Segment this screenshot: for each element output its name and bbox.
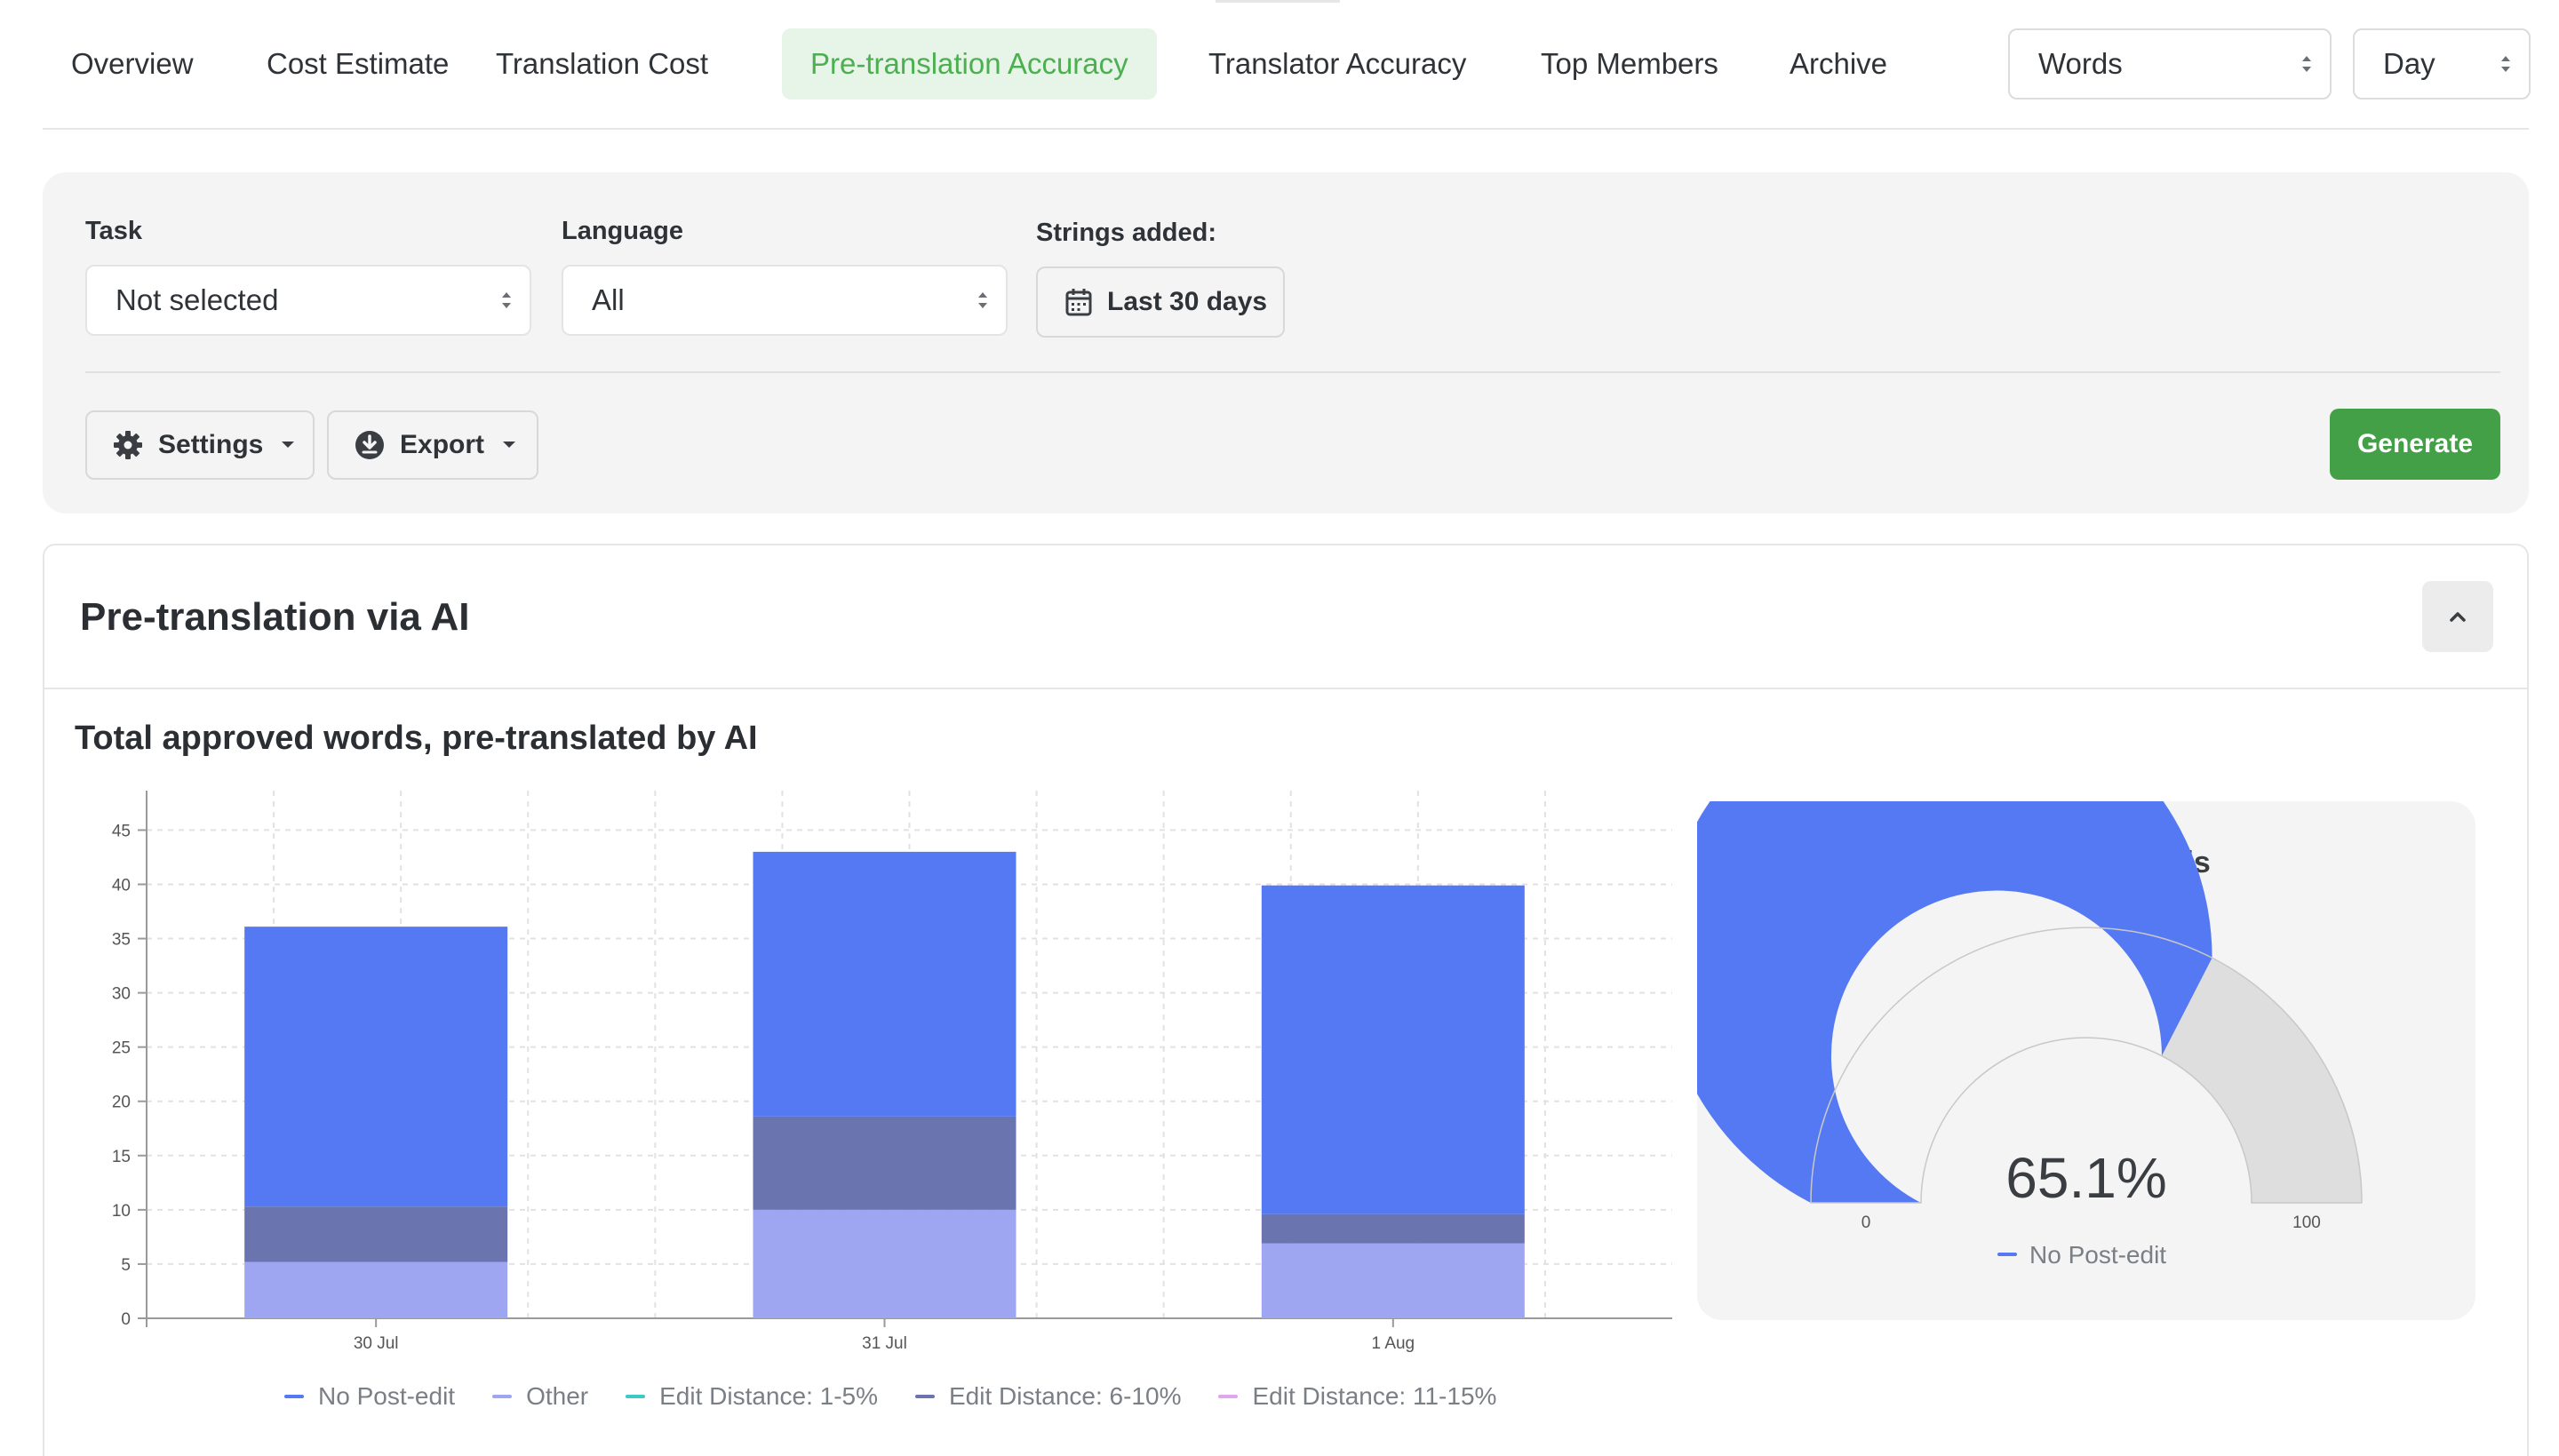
- tab-archive[interactable]: Archive: [1761, 28, 1916, 99]
- bar-segment: [244, 1206, 508, 1262]
- bar-segment: [1261, 885, 1525, 1214]
- generate-button[interactable]: Generate: [2330, 409, 2500, 480]
- settings-button[interactable]: Settings: [85, 410, 315, 480]
- x-tick-label: 1 Aug: [1372, 1334, 1415, 1353]
- filters-divider: [85, 371, 2500, 373]
- card-title: Pre-translation via AI: [80, 595, 470, 639]
- gauge-value: 65.1%: [2005, 1146, 2166, 1210]
- legend-label: No Post-edit: [318, 1382, 456, 1410]
- y-tick-label: 10: [112, 1202, 131, 1221]
- task-label: Task: [85, 217, 142, 245]
- legend-swatch: [626, 1395, 646, 1398]
- bar-segment: [244, 1261, 508, 1318]
- y-tick-label: 35: [112, 931, 131, 950]
- legend-label: Other: [526, 1382, 589, 1410]
- sort-arrows-icon: [2302, 56, 2311, 72]
- legend-swatch: [284, 1395, 304, 1398]
- language-select-value: All: [592, 283, 625, 316]
- y-tick-label: 30: [112, 985, 131, 1004]
- bar-segment: [753, 1116, 1016, 1210]
- x-tick-label: 31 Jul: [862, 1334, 907, 1353]
- chevron-up-icon: [2450, 612, 2466, 622]
- y-tick-label: 45: [112, 822, 131, 840]
- period-select-value: Day: [2383, 47, 2435, 80]
- sort-arrows-icon: [978, 292, 987, 308]
- task-select[interactable]: Not selected: [85, 265, 531, 336]
- y-tick-label: 40: [112, 876, 131, 895]
- legend-swatch: [492, 1395, 513, 1398]
- language-select[interactable]: All: [562, 265, 1008, 336]
- legend-item[interactable]: Other: [492, 1382, 588, 1411]
- bar-segment: [1261, 1213, 1525, 1244]
- card-header: Pre-translation via AI: [44, 545, 2527, 689]
- legend-label: Edit Distance: 1-5%: [659, 1382, 878, 1410]
- y-tick-label: 25: [112, 1039, 131, 1058]
- strings-added-label: Strings added:: [1036, 219, 1217, 247]
- tab-scroll-indicator: [1216, 0, 1340, 3]
- sort-arrows-icon: [502, 292, 511, 308]
- filters-panel: Task Not selected Language All Strings a…: [43, 172, 2529, 513]
- tab-cost-estimate[interactable]: Cost Estimate: [238, 28, 477, 99]
- gauge-min-label: 0: [1861, 1213, 1871, 1232]
- tab-top-members[interactable]: Top Members: [1512, 28, 1747, 99]
- x-tick-label: 30 Jul: [354, 1334, 399, 1353]
- settings-label: Settings: [158, 430, 264, 459]
- gauge-legend-label: No Post-edit: [2029, 1241, 2166, 1269]
- y-tick-label: 5: [121, 1256, 131, 1275]
- gear-icon: [114, 431, 142, 459]
- legend-item[interactable]: Edit Distance: 6-10%: [915, 1382, 1181, 1411]
- download-icon: [355, 431, 384, 459]
- gauge-panel: Amount of words 65.1%0100No Post-edit: [1697, 801, 2475, 1320]
- legend-item[interactable]: Edit Distance: 11-15%: [1218, 1382, 1496, 1411]
- tab-translator-accuracy[interactable]: Translator Accuracy: [1180, 28, 1495, 99]
- gauge-legend-swatch: [1997, 1253, 2017, 1256]
- tab-overview[interactable]: Overview: [43, 28, 222, 99]
- tab-translation-cost[interactable]: Translation Cost: [467, 28, 737, 99]
- gauge-value-arc: [1697, 801, 2212, 1203]
- period-select[interactable]: Day: [2353, 28, 2531, 99]
- unit-select-value: Words: [2038, 47, 2123, 80]
- unit-select[interactable]: Words: [2008, 28, 2332, 99]
- legend-label: Edit Distance: 6-10%: [949, 1382, 1182, 1410]
- calendar-icon: [1065, 289, 1092, 316]
- bar-segment: [244, 927, 508, 1207]
- legend-item[interactable]: No Post-edit: [284, 1382, 455, 1411]
- y-tick-label: 15: [112, 1148, 131, 1166]
- date-range-button[interactable]: Last 30 days: [1036, 267, 1285, 338]
- section-title: Total approved words, pre-translated by …: [75, 720, 758, 757]
- stacked-bar-chart: 0 5 10 15 20 25 30 35 40 45 30 Jul 31 Jul 1 Aug: [112, 791, 1672, 1353]
- y-tick-label: 0: [121, 1310, 131, 1329]
- gauge-max-label: 100: [2292, 1213, 2321, 1232]
- language-label: Language: [562, 217, 683, 245]
- collapse-button[interactable]: [2422, 581, 2493, 652]
- report-tabbar: Overview Cost Estimate Translation Cost …: [43, 0, 2531, 130]
- bar-segment: [753, 851, 1016, 1117]
- y-tick-label: 20: [112, 1094, 131, 1112]
- export-label: Export: [400, 430, 485, 459]
- legend-swatch: [1218, 1395, 1239, 1398]
- task-select-value: Not selected: [116, 283, 279, 316]
- export-button[interactable]: Export: [327, 410, 538, 480]
- bar-segment: [753, 1209, 1016, 1318]
- sort-arrows-icon: [2501, 56, 2510, 72]
- date-range-value: Last 30 days: [1107, 287, 1268, 316]
- chart-legend: No Post-edit Other Edit Distance: 1-5% Edit…: [284, 1379, 1534, 1414]
- tab-pre-translation-accuracy[interactable]: Pre-translation Accuracy: [782, 28, 1157, 99]
- caret-down-icon: [503, 442, 516, 448]
- gauge-chart: 65.1% 0 100 No Post-edit: [1697, 801, 2363, 1269]
- legend-label: Edit Distance: 11-15%: [1252, 1382, 1497, 1410]
- bar-segment: [1261, 1243, 1525, 1318]
- caret-down-icon: [282, 442, 295, 448]
- legend-item[interactable]: Edit Distance: 1-5%: [626, 1382, 878, 1411]
- legend-swatch: [915, 1395, 935, 1398]
